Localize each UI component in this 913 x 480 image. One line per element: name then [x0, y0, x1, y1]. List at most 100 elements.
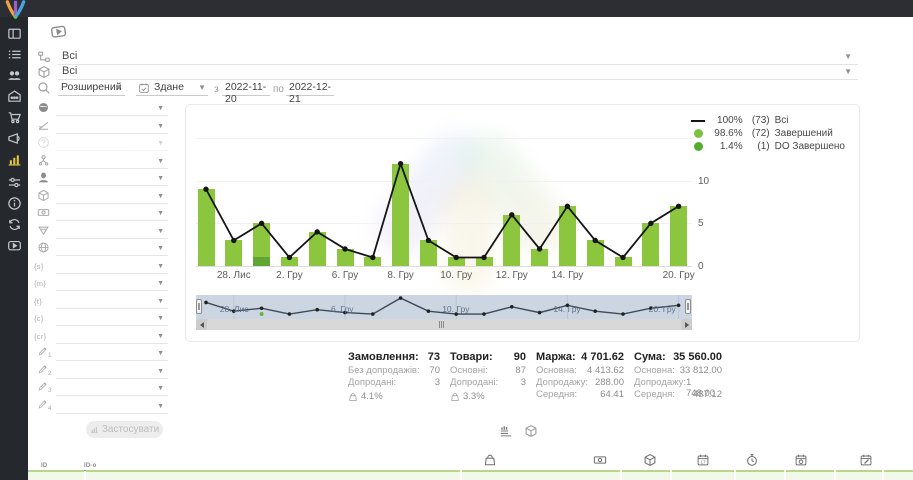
cart-icon[interactable] — [7, 110, 22, 125]
custom-field-pencil-icon — [37, 364, 48, 375]
filter-custom-2[interactable]: ▼ — [56, 364, 168, 379]
date-field-select[interactable]: Здане ▼ — [136, 81, 208, 96]
filter-utm-campaign[interactable]: ▼ — [56, 329, 168, 344]
company-icon[interactable] — [7, 89, 22, 104]
stats-list-icon[interactable] — [499, 424, 513, 438]
bag-icon[interactable] — [483, 453, 497, 467]
apply-button[interactable]: Застосувати — [86, 421, 163, 438]
video-tutorials-icon[interactable] — [7, 238, 22, 253]
chart-navigator[interactable]: 28. Лис6. Гру10. Гру14. Гру20. Гру — [196, 295, 692, 319]
filter-custom-4[interactable]: ▼ — [56, 399, 168, 414]
filter-payment[interactable]: ▼ — [56, 206, 168, 221]
chevron-down-icon: ▼ — [157, 333, 164, 341]
scroll-left-button[interactable] — [196, 319, 207, 330]
dashboard-icon[interactable] — [7, 26, 22, 41]
category-filter-input[interactable]: Всі▼ — [58, 50, 858, 65]
filter-structure[interactable]: ▼ — [56, 154, 168, 169]
products-icon[interactable] — [643, 453, 657, 467]
navigator-label: 28. Лис — [220, 304, 249, 314]
search-mode-select[interactable]: Розширений▼ — [58, 81, 125, 96]
table-row[interactable] — [884, 470, 913, 480]
chart-legend: 100%(73)Всі 98.6%(72)Завершений 1.4%(1)D… — [691, 114, 845, 153]
payment-icon[interactable] — [593, 453, 607, 467]
search-mode-value: Розширений — [61, 81, 122, 93]
filter-utm-medium[interactable]: ▼ — [56, 276, 168, 291]
chevron-down-icon: ▼ — [157, 105, 164, 113]
date-to-value: 2022-12-21 — [289, 81, 331, 105]
filter-manager[interactable]: ▼ — [56, 171, 168, 186]
x-axis-label: 14. Гру — [537, 270, 597, 281]
x-axis-label: 12. Гру — [482, 270, 542, 281]
table-row[interactable] — [836, 470, 882, 480]
scrollbar-grip[interactable] — [437, 321, 446, 328]
table-row[interactable] — [86, 470, 460, 480]
filter-product[interactable]: ▼ — [56, 189, 168, 204]
line-point — [370, 255, 375, 260]
filter-status[interactable]: ▼ — [56, 119, 168, 134]
date-approved-icon[interactable] — [794, 453, 808, 467]
line-point — [203, 187, 208, 192]
chevron-down-icon: ▼ — [157, 158, 164, 166]
legend-item[interactable]: 100%(73)Всі — [691, 114, 845, 127]
filter-funnel[interactable]: ▼ — [56, 224, 168, 239]
filter-website[interactable]: ▼ — [56, 241, 168, 256]
table-row[interactable] — [736, 470, 784, 480]
utm-campaign-icon: {cr} — [34, 332, 54, 341]
filter-country[interactable]: ▼ — [56, 101, 168, 116]
scroll-right-button[interactable] — [681, 319, 692, 330]
chevron-down-icon: ▼ — [198, 84, 206, 92]
stat-value: 4 701.62 — [581, 351, 624, 365]
utm-term-icon: {t} — [34, 297, 54, 306]
settings-sliders-icon[interactable] — [7, 175, 22, 190]
table-row[interactable] — [28, 470, 84, 480]
date-from-input[interactable]: 2022-11-20 — [222, 81, 270, 96]
filter-utm-term[interactable]: ▼ — [56, 294, 168, 309]
help-circle-icon — [37, 136, 50, 149]
filter-custom-3[interactable]: ▼ — [56, 381, 168, 396]
product-cube-icon — [37, 189, 50, 202]
navigator-scrollbar[interactable] — [196, 319, 692, 330]
chevron-down-icon: ▼ — [157, 368, 164, 376]
sync-icon[interactable] — [7, 217, 22, 232]
stats-margin: Маржа:4 701.62 Основна:4 413.62 Допродаж… — [536, 351, 624, 402]
navigator-right-handle[interactable] — [685, 299, 691, 314]
dot-marker-icon — [691, 142, 706, 151]
statistics-icon[interactable] — [7, 152, 22, 167]
chevron-down-icon: ▼ — [157, 385, 164, 393]
line-point — [676, 204, 681, 209]
dot-marker-icon — [691, 129, 706, 138]
date-to-input[interactable]: 2022-12-21 — [286, 81, 334, 96]
filter-utm-content[interactable]: ▼ — [56, 311, 168, 326]
upsell-share: 3.3% — [463, 391, 485, 402]
calendar-check-icon — [138, 82, 150, 94]
filter-utm-source[interactable]: ▼ — [56, 259, 168, 274]
product-filter-input[interactable]: Всі▼ — [58, 65, 858, 80]
legend-item[interactable]: 98.6%(72)Завершений — [691, 127, 845, 140]
table-row[interactable] — [672, 470, 734, 480]
brand-logo[interactable] — [3, 0, 28, 20]
navigator-label: 20. Гру — [649, 304, 676, 314]
date-created-icon[interactable] — [696, 453, 710, 467]
table-row[interactable] — [786, 470, 834, 480]
info-icon[interactable] — [7, 196, 22, 211]
announcements-icon[interactable] — [7, 131, 22, 146]
chevron-down-icon: ▼ — [157, 298, 164, 306]
orders-list-icon[interactable] — [7, 47, 22, 62]
line-point — [648, 221, 653, 226]
time-icon[interactable] — [745, 453, 759, 467]
products-cube-icon[interactable] — [524, 424, 538, 438]
stat-value: 73 — [428, 351, 440, 365]
chevron-down-icon: ▼ — [157, 280, 164, 288]
chevron-down-icon: ▼ — [157, 403, 164, 411]
custom-field-pencil-icon — [37, 399, 48, 410]
table-row[interactable] — [462, 470, 620, 480]
navigator-left-handle[interactable] — [196, 299, 202, 314]
clients-icon[interactable] — [7, 68, 22, 83]
stat-title: Маржа: — [536, 351, 576, 365]
video-play-icon[interactable] — [46, 21, 71, 41]
date-edited-icon[interactable] — [859, 453, 873, 467]
product-filter-value: Всі — [62, 65, 77, 77]
legend-item[interactable]: 1.4%(1)DO Завершено — [691, 140, 845, 153]
filter-custom-1[interactable]: ▼ — [56, 346, 168, 361]
table-row[interactable] — [622, 470, 670, 480]
